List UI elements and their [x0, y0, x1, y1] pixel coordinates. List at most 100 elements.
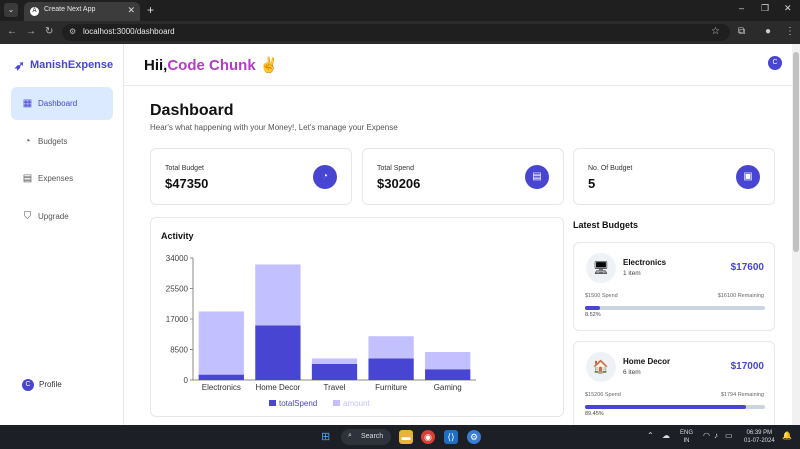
page-subtitle: Hear's what happening with your Money!, …	[150, 123, 398, 132]
greeting: Hii,Code Chunk ✌	[144, 56, 279, 74]
budget-item-count: 1 item	[623, 270, 641, 277]
forward-icon[interactable]: →	[26, 26, 36, 37]
card-value: $47350	[165, 176, 209, 191]
profile-label: Profile	[39, 380, 62, 390]
notification-bell-icon[interactable]: 🔔	[782, 432, 792, 440]
budget-remaining: $16100 Remaining	[717, 293, 764, 299]
clock[interactable]: 06:39 PM 01-07-2024	[744, 429, 775, 445]
bar-totalSpend	[368, 358, 414, 380]
clock-time: 06:39 PM	[746, 430, 773, 436]
piggy-bank-icon: ◔	[24, 136, 31, 147]
total-spend-card: Total Spend $30206 ▤	[362, 148, 564, 205]
search-icon: ⌕	[348, 432, 352, 439]
victory-hand-emoji: ✌	[259, 57, 279, 74]
minimize-icon[interactable]: –	[739, 3, 744, 13]
wifi-icon[interactable]: ◠	[703, 432, 710, 440]
y-tick-label: 25500	[166, 285, 189, 294]
windows-taskbar: ⊞ ⌕ Search ▬ ◉ ⟨⟩ ⚙ ⌃ ☁ ENG IN ◠ ♪ ▭ 06:3…	[0, 425, 800, 449]
site-info-icon[interactable]: ⚙	[69, 27, 76, 36]
laptop-icon: 🖥	[586, 253, 616, 283]
browser-toolbar: ← → ↻ ⚙ localhost:3000/dashboard ☆ ⧉ ● ⋮	[0, 21, 800, 44]
language-indicator[interactable]: ENG IN	[680, 429, 693, 445]
new-tab-button[interactable]: +	[147, 3, 154, 17]
card-value: 5	[588, 176, 596, 191]
y-tick-label: 17000	[166, 315, 189, 324]
budget-card-electronics[interactable]: 🖥 Electronics 1 item $17600 $1500 Spend …	[573, 242, 775, 331]
scrollbar-thumb[interactable]	[793, 52, 799, 252]
budget-percent: 8.52%	[585, 312, 601, 318]
file-explorer-icon[interactable]: ▬	[399, 430, 413, 444]
page-title: Dashboard	[150, 102, 234, 119]
card-label: Total Budget	[165, 165, 204, 172]
lang-code: ENG	[680, 430, 694, 436]
back-icon[interactable]: ←	[7, 26, 17, 37]
activity-chart-card: Activity 0 8500 17000 25500 34000 Electronics…	[150, 217, 564, 417]
legend-label: totalSpend	[279, 399, 317, 408]
taskbar-search[interactable]: ⌕ Search	[341, 429, 391, 445]
y-tick-label: 8500	[170, 346, 188, 355]
avatar: C	[22, 379, 34, 391]
bar-totalSpend	[311, 363, 358, 380]
page-scrollbar[interactable]	[792, 44, 800, 425]
y-tick-label: 34000	[166, 254, 189, 263]
tab-search-dropdown-icon[interactable]: ⌄	[4, 3, 18, 17]
card-label: No. Of Budget	[588, 165, 633, 172]
user-avatar[interactable]: C	[768, 56, 782, 70]
windows-start-icon[interactable]: ⊞	[321, 431, 333, 443]
chrome-icon[interactable]: ◉	[421, 430, 435, 444]
sidebar-item-label: Budgets	[38, 137, 68, 146]
sidebar-item-label: Dashboard	[38, 99, 78, 108]
bookmark-star-icon[interactable]: ☆	[711, 26, 720, 37]
bar-amount	[255, 264, 301, 326]
sidebar-profile[interactable]: C Profile	[22, 379, 62, 391]
latest-budgets-title: Latest Budgets	[573, 220, 639, 230]
legend-swatch	[269, 400, 276, 406]
vscode-icon[interactable]: ⟨⟩	[444, 430, 458, 444]
sidebar-item-expenses[interactable]: ▤ Expenses	[11, 162, 113, 195]
browser-tab[interactable]: A Create Next App ✕	[24, 2, 140, 21]
bar-totalSpend	[198, 374, 244, 380]
bar-totalSpend	[425, 369, 471, 380]
grid-icon: ▦	[22, 98, 33, 109]
receipt-icon: ▤	[22, 173, 33, 184]
budget-name: Home Decor	[623, 357, 671, 366]
url-text[interactable]: localhost:3000/dashboard	[83, 27, 175, 36]
budget-progress-track	[585, 405, 765, 409]
extensions-icon[interactable]: ⧉	[738, 26, 745, 37]
budget-card-home-decor[interactable]: 🏠 Home Decor 6 item $17000 $15206 Spend …	[573, 341, 775, 430]
sidebar-item-label: Expenses	[38, 174, 74, 183]
user-name: Code Chunk	[167, 57, 256, 74]
window-close-icon[interactable]: ✕	[784, 3, 792, 14]
header: Hii,Code Chunk ✌ C	[124, 44, 792, 86]
x-tick-label: Travel	[324, 383, 346, 392]
budget-progress-fill	[585, 306, 601, 310]
sidebar-item-upgrade[interactable]: ⛉ Upgrade	[11, 200, 113, 233]
y-tick-label: 0	[184, 376, 189, 385]
sidebar-item-dashboard[interactable]: ▦ Dashboard	[11, 87, 113, 120]
volume-icon[interactable]: ♪	[714, 432, 718, 440]
reload-icon[interactable]: ↻	[45, 26, 53, 37]
sidebar-item-label: Upgrade	[38, 212, 69, 221]
address-bar[interactable]: ⚙ localhost:3000/dashboard	[62, 24, 730, 41]
tab-close-icon[interactable]: ✕	[127, 5, 135, 16]
app-logo[interactable]: ➶ ManishExpense	[14, 58, 114, 73]
region-code: IN	[683, 438, 690, 444]
cloud-icon[interactable]: ☁	[662, 432, 670, 440]
wallet-icon: ▣	[736, 165, 760, 189]
tab-title: Create Next App	[44, 6, 96, 13]
battery-icon[interactable]: ▭	[725, 432, 733, 440]
x-tick-label: Gaming	[434, 383, 462, 392]
shield-icon: ⛉	[23, 211, 32, 222]
browser-tab-bar: ⌄ A Create Next App ✕ + – ❐ ✕	[0, 0, 800, 21]
menu-kebab-icon[interactable]: ⋮	[785, 26, 795, 37]
piggy-bank-icon: ◔	[313, 165, 337, 189]
nextjs-favicon-icon: A	[30, 7, 39, 16]
show-hidden-icons-icon[interactable]: ⌃	[647, 432, 654, 440]
sidebar-item-budgets[interactable]: ◔ Budgets	[11, 125, 113, 158]
budget-percent: 89.45%	[585, 411, 604, 417]
maximize-icon[interactable]: ❐	[761, 3, 769, 14]
sidebar: ➶ ManishExpense ▦ Dashboard ◔ Budgets ▤ E…	[0, 44, 124, 425]
logo-text: ManishExpense	[30, 58, 114, 71]
settings-icon[interactable]: ⚙	[467, 430, 481, 444]
profile-icon[interactable]: ●	[765, 26, 771, 37]
